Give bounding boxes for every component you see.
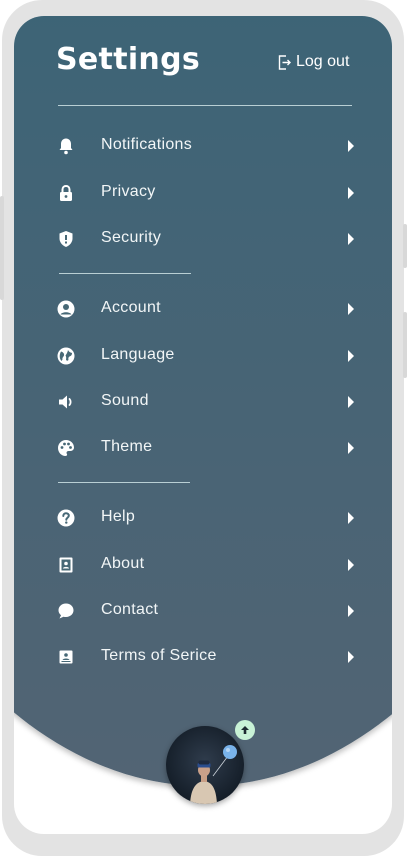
chevron-right-icon	[348, 350, 354, 362]
chevron-right-icon	[348, 651, 354, 663]
menu-item-label: Contact	[101, 601, 159, 618]
chevron-right-icon	[348, 396, 354, 408]
menu-item-label: About	[101, 555, 145, 572]
phone-side-button	[403, 312, 407, 378]
menu-item-about[interactable]: About	[14, 545, 392, 585]
user-circle-icon	[56, 300, 76, 318]
shield-icon	[56, 230, 76, 248]
chevron-right-icon	[348, 559, 354, 571]
bell-icon	[56, 137, 76, 155]
menu-item-language[interactable]: Language	[14, 336, 392, 376]
divider	[59, 273, 191, 274]
menu-item-theme[interactable]: Theme	[14, 428, 392, 468]
menu-item-label: Notifications	[101, 136, 193, 153]
avatar-photo	[166, 726, 244, 804]
divider	[58, 105, 352, 106]
chevron-right-icon	[348, 303, 354, 315]
menu-item-label: Theme	[101, 438, 153, 455]
logout-button[interactable]: Log out	[278, 53, 349, 71]
globe-icon	[56, 347, 76, 365]
chat-bubble-icon	[56, 602, 76, 620]
page-title: Settings	[56, 42, 201, 77]
chevron-right-icon	[348, 512, 354, 524]
settings-screen: Settings Log out Notifications Privacy S…	[14, 16, 392, 834]
palette-icon	[56, 439, 76, 457]
phone-side-button	[0, 196, 4, 300]
logout-icon	[278, 54, 291, 70]
menu-item-contact[interactable]: Contact	[14, 591, 392, 631]
id-card-icon	[56, 556, 76, 574]
menu-item-sound[interactable]: Sound	[14, 382, 392, 422]
avatar[interactable]	[166, 726, 244, 804]
logout-label: Log out	[296, 53, 350, 70]
menu-item-account[interactable]: Account	[14, 289, 392, 329]
menu-item-notifications[interactable]: Notifications	[14, 126, 392, 166]
menu-item-label: Help	[101, 508, 136, 525]
chevron-right-icon	[348, 605, 354, 617]
lock-icon	[56, 184, 76, 202]
chevron-right-icon	[348, 233, 354, 245]
chevron-right-icon	[348, 187, 354, 199]
menu-item-label: Terms of Serice	[101, 647, 217, 664]
question-icon	[56, 509, 76, 527]
menu-item-label: Privacy	[101, 183, 156, 200]
menu-item-terms-of-service[interactable]: Terms of Serice	[14, 637, 392, 677]
document-icon	[56, 648, 76, 666]
menu-item-help[interactable]: Help	[14, 498, 392, 538]
menu-item-privacy[interactable]: Privacy	[14, 173, 392, 213]
phone-side-button	[403, 224, 407, 268]
chevron-right-icon	[348, 442, 354, 454]
menu-item-security[interactable]: Security	[14, 219, 392, 259]
upload-photo-button[interactable]	[235, 720, 255, 740]
speaker-icon	[56, 393, 76, 411]
chevron-right-icon	[348, 140, 354, 152]
menu-item-label: Account	[101, 299, 161, 316]
divider	[58, 482, 190, 483]
menu-item-label: Security	[101, 229, 162, 246]
menu-item-label: Sound	[101, 392, 149, 409]
menu-item-label: Language	[101, 346, 175, 363]
arrow-up-icon	[241, 726, 249, 734]
